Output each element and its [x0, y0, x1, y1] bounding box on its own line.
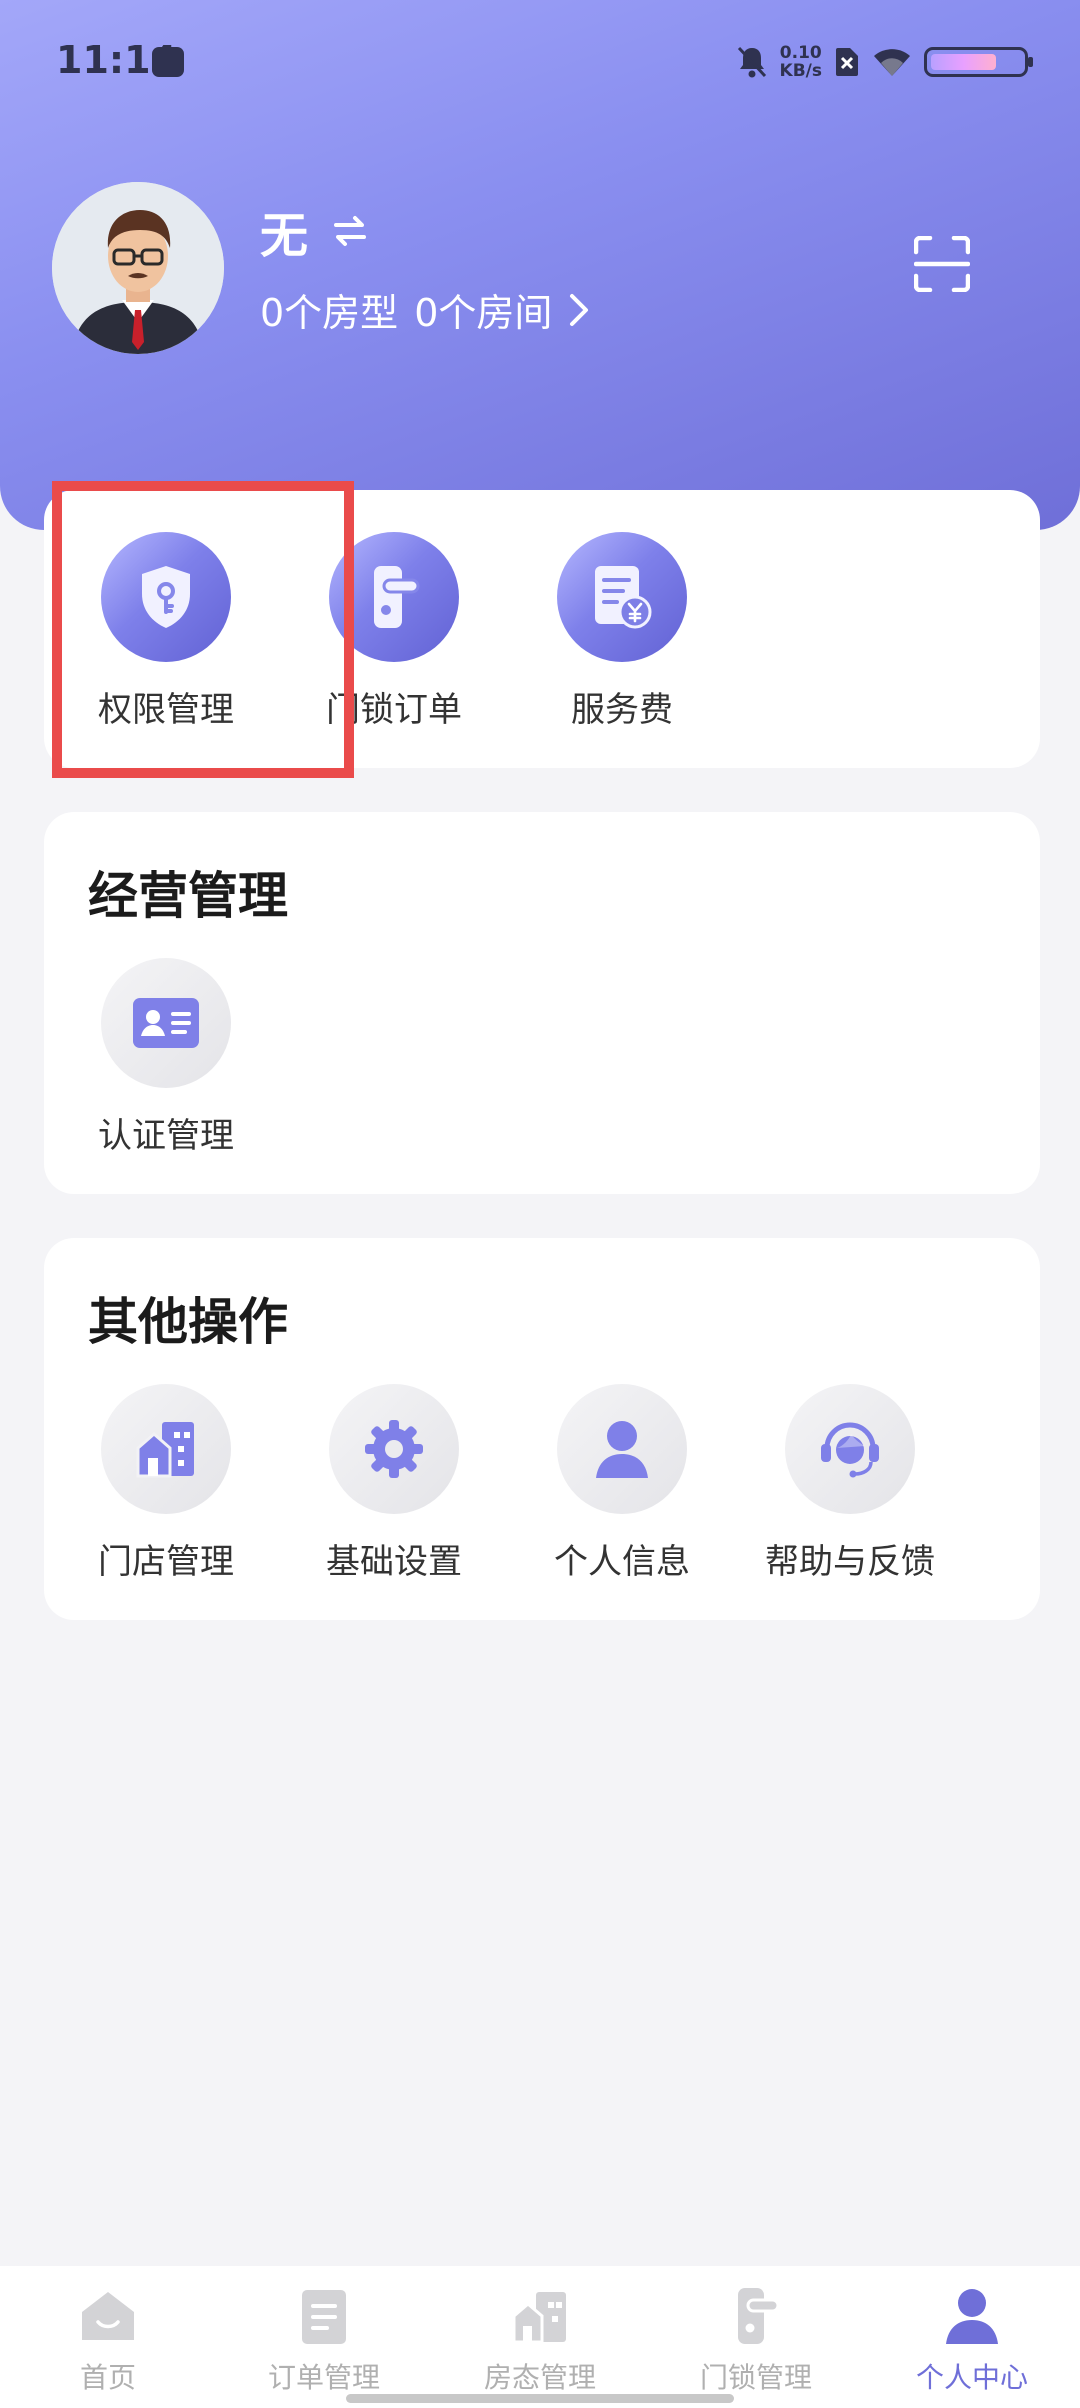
battery-icon: [924, 47, 1033, 77]
mute-bell-icon: [737, 46, 766, 78]
avatar-illustration: [52, 182, 224, 354]
other-item-label: 门店管理: [98, 1542, 234, 1582]
user-name: 无: [260, 208, 309, 264]
quick-action-lock-order[interactable]: 门锁订单: [280, 532, 508, 731]
nav-label: 房态管理: [483, 2361, 596, 2394]
other-item-label: 个人信息: [554, 1542, 690, 1582]
shopping-bag-icon: [152, 47, 184, 77]
other-item-label: 帮助与反馈: [765, 1542, 935, 1582]
other-item-store[interactable]: 门店管理: [52, 1384, 280, 1583]
nav-door-lock[interactable]: 门锁管理: [648, 2286, 864, 2396]
other-item-profile-info[interactable]: 个人信息: [508, 1384, 736, 1583]
wifi-icon: [874, 49, 910, 76]
nav-label: 个人中心: [915, 2361, 1028, 2394]
profile-header: 11:14 0.10 KB/s 无 0个房型 0个房间: [0, 0, 1080, 530]
nav-room-status[interactable]: 房态管理: [432, 2286, 648, 2396]
profile-icon: [946, 2289, 998, 2344]
quick-actions-card: 权限管理 门锁订单 服务费: [44, 490, 1040, 768]
quick-action-label: 权限管理: [98, 690, 234, 730]
person-icon: [557, 1384, 687, 1514]
nav-label: 订单管理: [267, 2361, 380, 2394]
status-bar: 11:14 0.10 KB/s: [0, 0, 1080, 125]
nav-profile[interactable]: 个人中心: [864, 2286, 1080, 2396]
room-status-icon: [512, 2292, 566, 2344]
door-lock-icon: [738, 2288, 780, 2344]
section-title: 经营管理: [88, 867, 288, 925]
battery-fill: [931, 54, 996, 70]
other-item-label: 基础设置: [326, 1542, 462, 1582]
store-building-icon: [101, 1384, 231, 1514]
quick-action-label: 服务费: [571, 690, 673, 730]
other-item-help-feedback[interactable]: 帮助与反馈: [736, 1384, 964, 1583]
network-speed-value: 0.10: [779, 43, 822, 63]
invoice-yen-icon: [557, 532, 687, 662]
order-list-icon: [302, 2290, 346, 2344]
quick-action-label: 门锁订单: [326, 690, 462, 730]
network-speed-unit: KB/s: [779, 61, 822, 81]
other-item-settings[interactable]: 基础设置: [280, 1384, 508, 1583]
id-card-icon: [101, 958, 231, 1088]
name-row[interactable]: 无: [260, 196, 370, 266]
quick-action-service-fee[interactable]: 服务费: [508, 532, 736, 731]
bottom-nav: 首页 订单管理 房态管理 门锁管理 个人中心: [0, 2266, 1080, 2408]
home-indicator: [346, 2394, 734, 2403]
scan-icon[interactable]: [914, 236, 970, 292]
business-management-card: 经营管理 认证管理: [44, 812, 1040, 1194]
shield-key-icon: [101, 532, 231, 662]
section-title: 其他操作: [88, 1293, 288, 1351]
door-lock-icon: [329, 532, 459, 662]
room-types-count: 0个房型: [260, 291, 399, 335]
rooms-count: 0个房间: [414, 291, 553, 335]
business-item-label: 认证管理: [98, 1116, 234, 1156]
nav-label: 首页: [79, 2361, 136, 2394]
business-item-certification[interactable]: 认证管理: [52, 958, 280, 1157]
nav-orders[interactable]: 订单管理: [216, 2286, 432, 2396]
nav-label: 门锁管理: [699, 2361, 812, 2394]
sim-off-icon: [836, 48, 858, 76]
chevron-right-icon: [570, 293, 589, 326]
quick-action-permission[interactable]: 权限管理: [52, 532, 280, 731]
status-icons: 0.10 KB/s: [736, 40, 1033, 84]
home-icon: [82, 2292, 134, 2340]
avatar[interactable]: [52, 182, 224, 354]
other-operations-card: 其他操作 门店管理 基础设置 个人信息 帮助与反馈: [44, 1238, 1040, 1620]
headset-icon: [785, 1384, 915, 1514]
room-summary[interactable]: 0个房型 0个房间: [260, 282, 590, 337]
swap-icon[interactable]: [330, 213, 370, 249]
network-speed: 0.10 KB/s: [780, 44, 822, 80]
nav-home[interactable]: 首页: [0, 2286, 216, 2396]
gear-icon: [329, 1384, 459, 1514]
